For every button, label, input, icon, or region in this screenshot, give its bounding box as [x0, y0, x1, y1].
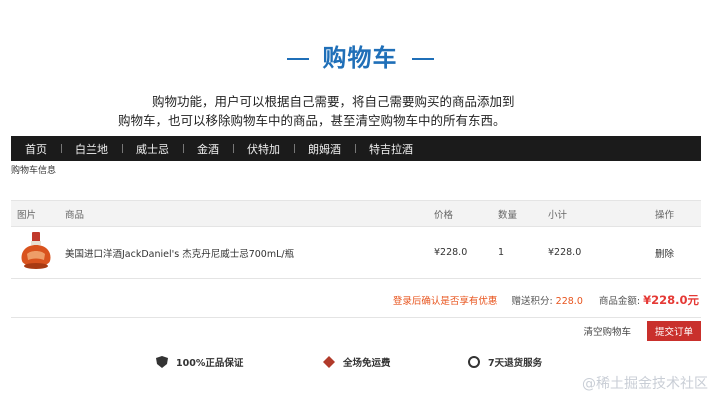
table-header: 图片 商品 价格 数量 小计 操作 — [11, 201, 701, 227]
slide-title-text: 购物车 — [322, 44, 398, 72]
shield-icon — [156, 356, 168, 368]
truck-icon — [323, 356, 335, 368]
cart-actions: 清空购物车 提交订单 — [11, 320, 701, 342]
product-image-cell — [11, 230, 65, 275]
cart-page-screenshot: 首页 白兰地 威士忌 金酒 伏特加 朗姆酒 特吉拉酒 购物车信息 图片 商品 价… — [11, 136, 701, 405]
product-qty[interactable]: 1 — [498, 247, 548, 258]
description-line-1: 购物功能，用户可以根据自己需要，将自己需要购买的商品添加到 — [152, 94, 515, 109]
points-info: 赠送积分: 228.0 — [511, 293, 582, 307]
title-dash-left — [286, 58, 309, 60]
nav-item-whisky[interactable]: 威士忌 — [122, 141, 183, 157]
clear-cart-button[interactable]: 清空购物车 — [583, 324, 631, 338]
cart-summary: 登录后确认是否享有优惠 赠送积分: 228.0 商品金额: ¥228.0元 — [11, 290, 701, 310]
nav-item-rum[interactable]: 朗姆酒 — [294, 141, 355, 157]
summary-divider — [11, 317, 701, 318]
service-genuine: 100%正品保证 — [156, 355, 243, 369]
clock-icon — [468, 356, 480, 368]
product-subtotal: ¥228.0 — [548, 247, 582, 258]
slide-description: 购物功能，用户可以根据自己需要，将自己需要购买的商品添加到 购物车，也可以移除购… — [118, 92, 558, 130]
service-guarantees: 100%正品保证 全场免运费 7天退货服务 — [11, 355, 701, 375]
product-price: ¥228.0 — [434, 247, 468, 258]
category-nav: 首页 白兰地 威士忌 金酒 伏特加 朗姆酒 特吉拉酒 — [11, 136, 701, 161]
header-qty: 数量 — [498, 209, 518, 221]
slide-title: 购物车 — [0, 38, 720, 73]
amount-info: 商品金额: ¥228.0元 — [599, 292, 699, 308]
nav-item-home[interactable]: 首页 — [25, 141, 61, 157]
title-dash-right — [411, 58, 434, 60]
table-row: 美国进口洋酒JackDaniel's 杰克丹尼威士忌700mL/瓶 ¥228.0… — [11, 227, 701, 279]
liquor-bottle-icon[interactable] — [17, 230, 55, 272]
service-return: 7天退货服务 — [468, 355, 542, 369]
service-return-label: 7天退货服务 — [488, 358, 543, 369]
service-free-shipping: 全场免运费 — [323, 355, 391, 369]
submit-order-button[interactable]: 提交订单 — [647, 321, 701, 341]
nav-item-brandy[interactable]: 白兰地 — [61, 141, 122, 157]
nav-item-vodka[interactable]: 伏特加 — [233, 141, 294, 157]
description-line-2: 购物车，也可以移除购物车中的商品，甚至清空购物车中的所有东西。 — [118, 113, 506, 128]
points-label: 赠送积分: — [511, 296, 553, 307]
amount-label: 商品金额: — [598, 296, 641, 307]
breadcrumb: 购物车信息 — [11, 166, 57, 176]
site-watermark: @稀土掘金技术社区 — [582, 376, 708, 392]
nav-item-tequila[interactable]: 特吉拉酒 — [355, 141, 427, 157]
header-price: 价格 — [434, 209, 454, 221]
points-value: 228.0 — [555, 296, 583, 307]
header-subtotal: 小计 — [548, 209, 568, 221]
amount-value: ¥228.0元 — [643, 293, 699, 307]
service-genuine-label: 100%正品保证 — [176, 358, 244, 369]
nav-item-gin[interactable]: 金酒 — [183, 141, 233, 157]
header-operation: 操作 — [655, 209, 675, 221]
product-name[interactable]: 美国进口洋酒JackDaniel's 杰克丹尼威士忌700mL/瓶 — [65, 246, 434, 260]
cart-table: 图片 商品 价格 数量 小计 操作 美国进口洋酒JackDaniel's 杰克丹… — [11, 200, 701, 279]
header-name: 商品 — [65, 209, 85, 221]
header-image: 图片 — [17, 209, 37, 221]
service-free-shipping-label: 全场免运费 — [343, 358, 391, 369]
delete-link[interactable]: 删除 — [655, 246, 701, 260]
discount-tip[interactable]: 登录后确认是否享有优惠 — [393, 293, 498, 307]
